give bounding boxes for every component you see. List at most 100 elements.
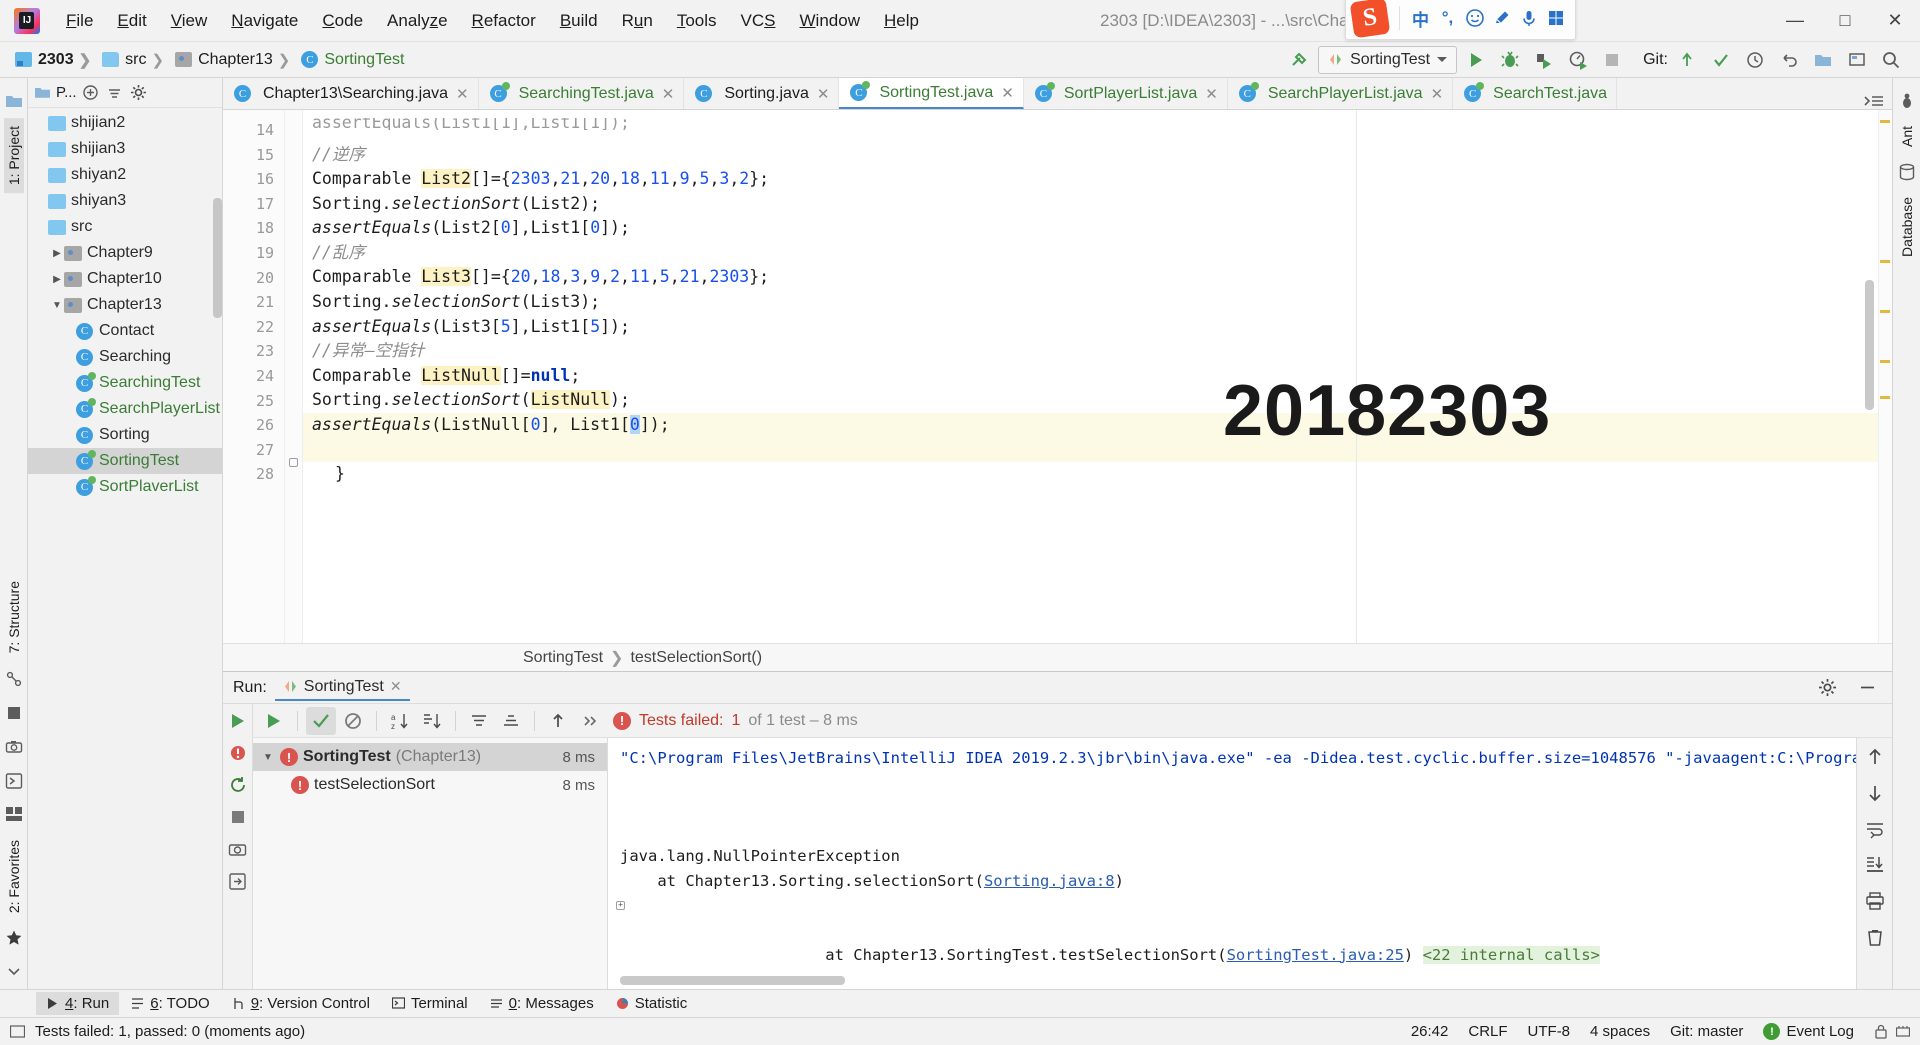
show-ignored-toggle[interactable] <box>338 707 368 735</box>
keyboard-icon[interactable] <box>1542 5 1569 32</box>
close-icon[interactable]: ✕ <box>1431 85 1444 103</box>
tab-sorting-java[interactable]: C Sorting.java ✕ <box>684 78 840 109</box>
hide-icon[interactable] <box>1852 674 1882 702</box>
open-folder-icon[interactable] <box>1808 46 1838 74</box>
warning-marker[interactable] <box>1880 260 1890 263</box>
tab-sortingtest-java[interactable]: C SortingTest.java ✕ <box>839 78 1024 109</box>
breadcrumb-package[interactable]: Chapter13 ❯ <box>172 49 298 71</box>
run-with-coverage-button[interactable] <box>1529 46 1559 74</box>
test-tree-row-testselectionsort[interactable]: ! testSelectionSort 8 ms <box>253 771 607 799</box>
minimize-button[interactable]: — <box>1770 0 1820 42</box>
next-failed-test-button[interactable] <box>575 707 605 735</box>
project-tree-scrollbar[interactable] <box>213 198 222 318</box>
add-icon[interactable] <box>81 83 101 103</box>
soft-wrap-icon[interactable] <box>1864 818 1886 840</box>
structure-icon[interactable] <box>4 669 24 689</box>
tree-node-shijian2[interactable]: shijian2 <box>28 110 222 136</box>
chevron-down-icon[interactable]: ▼ <box>261 752 275 763</box>
scroll-to-end-icon[interactable] <box>1864 854 1886 876</box>
tree-node-contact[interactable]: C Contact <box>28 318 222 344</box>
terminal-arrow-icon[interactable] <box>4 771 24 791</box>
close-icon[interactable]: ✕ <box>1205 85 1218 103</box>
tree-node-searchingtest[interactable]: C SearchingTest <box>28 370 222 396</box>
scroll-down-icon[interactable] <box>1864 782 1886 804</box>
breadcrumb-src[interactable]: src ❯ <box>99 49 172 71</box>
tree-node-searchplayerlist[interactable]: C SearchPlayerList <box>28 396 222 422</box>
test-results-tree[interactable]: ▼ ! SortingTest (Chapter13) 8 ms ! testS… <box>253 738 608 989</box>
maximize-button[interactable]: □ <box>1820 0 1870 42</box>
git-branch[interactable]: Git: master <box>1670 1023 1743 1040</box>
bottom-tab-version-control[interactable]: 9: Version Control <box>222 992 380 1015</box>
git-history-icon[interactable] <box>1740 46 1770 74</box>
git-update-icon[interactable] <box>1672 46 1702 74</box>
tab-searchingtest-java[interactable]: C SearchingTest.java ✕ <box>479 78 685 109</box>
project-tree[interactable]: shijian2 shijian3 shiyan2 shiyan3 src ▶ … <box>28 108 222 989</box>
tree-node-chapter13[interactable]: ▼ Chapter13 <box>28 292 222 318</box>
sogou-logo-icon[interactable]: S <box>1349 0 1391 39</box>
chevron-right-icon[interactable]: ▶ <box>50 248 64 259</box>
run-configuration-selector[interactable]: SortingTest <box>1318 45 1458 74</box>
gear-icon[interactable] <box>1812 674 1842 702</box>
code-editor[interactable]: 14 15 16 17 18 19 20 21 22 23 24 25 26 2… <box>223 110 1892 643</box>
breadcrumb-module[interactable]: 2303 ❯ <box>12 49 99 71</box>
sidebar-item-structure[interactable]: 7: Structure <box>4 573 24 661</box>
sogou-ime-toolbar[interactable]: S 中 °, <box>1345 0 1576 40</box>
ui-designer-icon[interactable] <box>1842 46 1872 74</box>
console-horizontal-scrollbar[interactable] <box>620 976 845 985</box>
close-icon[interactable]: ✕ <box>817 85 830 103</box>
build-square-icon[interactable] <box>4 703 24 723</box>
sort-alphabetically-button[interactable]: az <box>385 707 415 735</box>
breadcrumb-class-name[interactable]: SortingTest <box>523 649 603 667</box>
sidebar-item-ant[interactable]: Ant <box>1897 118 1917 155</box>
gear-icon[interactable] <box>129 83 149 103</box>
bottom-tab-terminal[interactable]: Terminal <box>382 992 478 1015</box>
build-hammer-icon[interactable] <box>1284 46 1314 74</box>
warning-marker[interactable] <box>1880 120 1890 123</box>
expand-strip-icon[interactable] <box>4 962 24 982</box>
delete-icon[interactable] <box>1864 926 1886 948</box>
debug-button[interactable] <box>1495 46 1525 74</box>
tab-sortplayerlist-java[interactable]: C SortPlayerList.java ✕ <box>1024 78 1228 109</box>
bottom-tab-todo[interactable]: 6: TODO <box>121 992 219 1015</box>
tab-searching-java[interactable]: C Chapter13\Searching.java ✕ <box>223 78 479 109</box>
expand-fold-icon[interactable]: + <box>616 900 625 910</box>
tree-node-chapter9[interactable]: ▶ Chapter9 <box>28 240 222 266</box>
close-icon[interactable]: ✕ <box>456 85 469 103</box>
close-icon[interactable]: ✕ <box>390 678 402 695</box>
menu-view[interactable]: View <box>159 7 220 35</box>
rerun-failed-tests-icon[interactable] <box>227 742 249 764</box>
show-passed-toggle[interactable] <box>306 706 336 735</box>
menu-run[interactable]: Run <box>610 7 665 35</box>
menu-build[interactable]: Build <box>548 7 610 35</box>
menu-analyze[interactable]: Analyze <box>375 7 460 35</box>
sidebar-item-favorites[interactable]: 2: Favorites <box>4 832 24 921</box>
favorites-grid-icon[interactable] <box>4 805 24 825</box>
code-content[interactable]: assertEquals(List1[1],List1[1]); //逆序 Co… <box>303 110 1878 643</box>
bottom-tab-statistic[interactable]: Statistic <box>606 992 698 1015</box>
git-commit-icon[interactable] <box>1706 46 1736 74</box>
tree-node-sortingtest[interactable]: C SortingTest <box>28 448 222 474</box>
run-tab-sortingtest[interactable]: SortingTest ✕ <box>274 675 410 701</box>
tab-searchtest-java[interactable]: C SearchTest.java <box>1453 78 1617 109</box>
star-icon[interactable] <box>4 928 24 948</box>
tree-node-chapter10[interactable]: ▶ Chapter10 <box>28 266 222 292</box>
search-icon[interactable] <box>1876 46 1906 74</box>
console-output[interactable]: "C:\Program Files\JetBrains\IntelliJ IDE… <box>608 738 1856 989</box>
expand-all-button[interactable] <box>464 707 494 735</box>
file-encoding[interactable]: UTF-8 <box>1528 1023 1571 1040</box>
pencil-icon[interactable] <box>1488 5 1515 32</box>
ime-punctuation-icon[interactable]: °, <box>1434 5 1461 32</box>
breadcrumb-method-name[interactable]: testSelectionSort() <box>630 649 762 667</box>
prev-failed-test-button[interactable] <box>543 707 573 735</box>
stop-button[interactable] <box>1597 46 1627 74</box>
collapse-all-button[interactable] <box>496 707 526 735</box>
fold-marker[interactable] <box>289 458 298 467</box>
ant-icon[interactable] <box>1897 91 1917 111</box>
tree-node-searching[interactable]: C Searching <box>28 344 222 370</box>
undo-icon[interactable] <box>1774 46 1804 74</box>
tree-node-sortplaverlist[interactable]: C SortPlaverList <box>28 474 222 500</box>
profile-button[interactable] <box>1563 46 1593 74</box>
line-separator[interactable]: CRLF <box>1468 1023 1507 1040</box>
mic-icon[interactable] <box>1515 5 1542 32</box>
export-icon[interactable] <box>227 870 249 892</box>
